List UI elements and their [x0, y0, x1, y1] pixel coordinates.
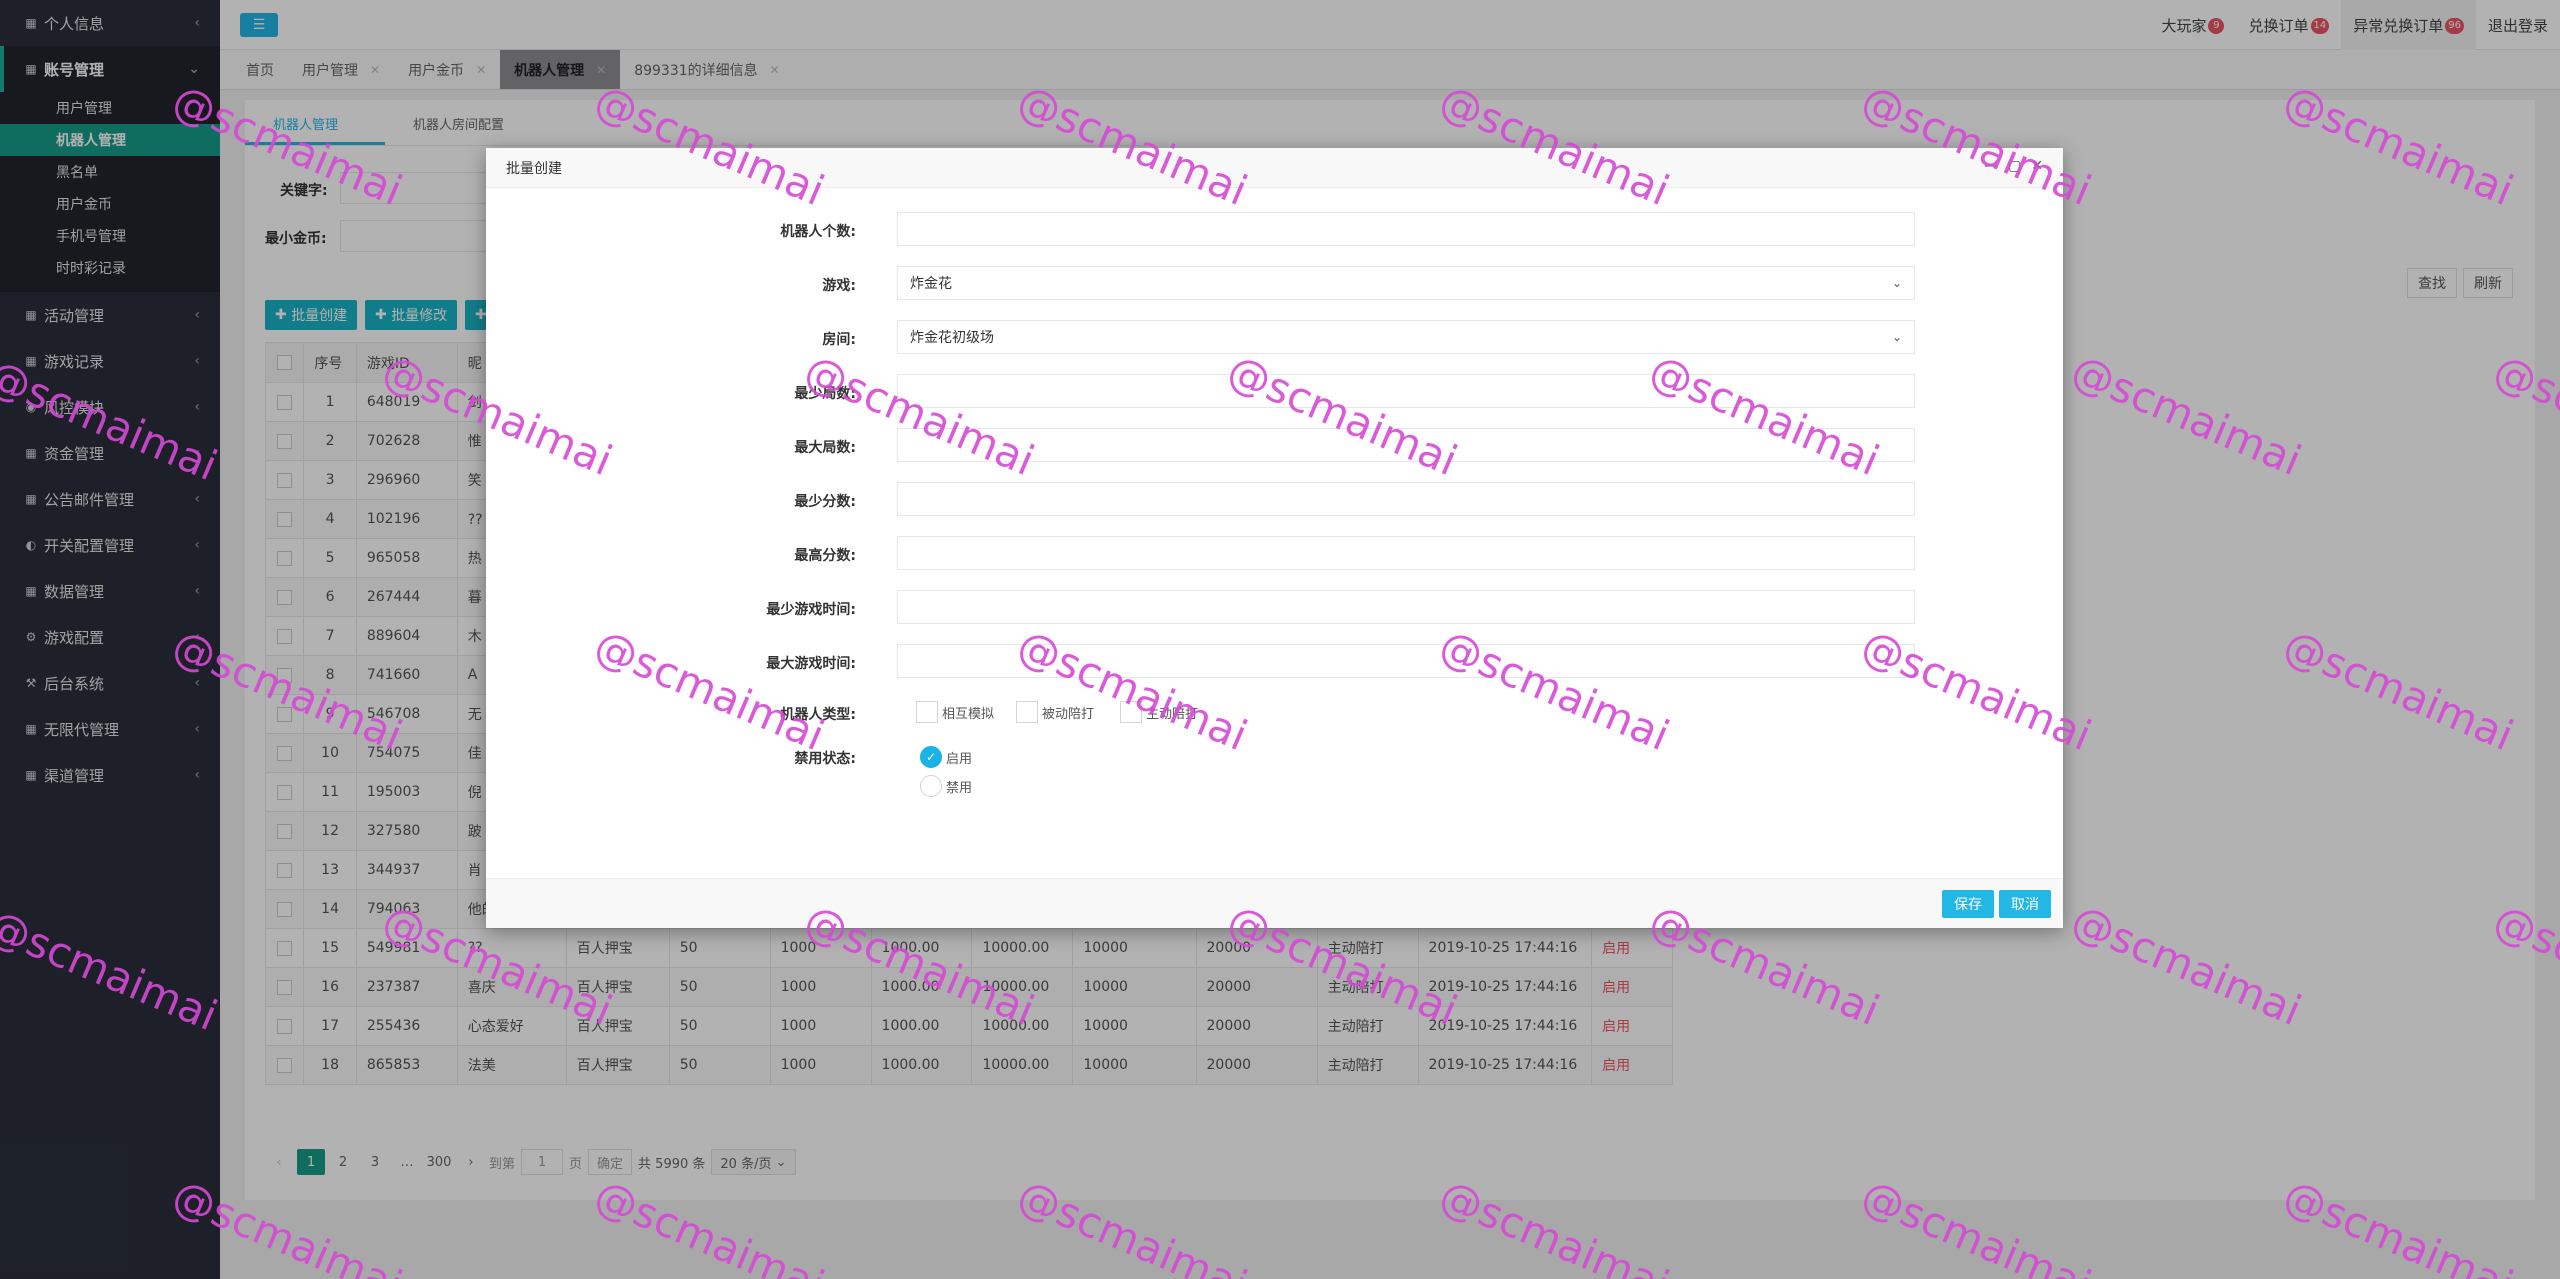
maximize-icon[interactable]: ▢ [2008, 158, 2021, 174]
max-time-label: 最大游戏时间: [766, 656, 856, 672]
max-score-input[interactable] [897, 536, 1915, 570]
state-disabled-radio[interactable]: 禁用 [920, 775, 972, 797]
game-value: 炸金花 [910, 276, 952, 292]
game-select[interactable]: 炸金花 ⌄ [897, 266, 1915, 300]
robot-count-input[interactable] [897, 212, 1915, 246]
checkbox[interactable] [1120, 701, 1142, 723]
minimize-icon[interactable]: — [1984, 158, 1998, 174]
cancel-button[interactable]: 取消 [1999, 890, 2051, 918]
type-active-checkbox[interactable]: 主动陪打 [1120, 701, 1198, 723]
room-value: 炸金花初级场 [910, 330, 994, 346]
max-score-label: 最高分数: [794, 548, 856, 564]
count-label: 机器人个数: [780, 224, 856, 240]
max-time-input[interactable] [897, 644, 1915, 678]
min-rounds-input[interactable] [897, 374, 1915, 408]
chevron-down-icon: ⌄ [1891, 276, 1902, 290]
checkbox-label: 被动陪打 [1042, 706, 1095, 722]
checkbox-label: 主动陪打 [1146, 706, 1199, 722]
checkmark-icon[interactable]: ✓ [920, 746, 942, 768]
dialog-title: 批量创建 [506, 160, 562, 177]
checkbox-label: 相互模拟 [942, 706, 995, 722]
window-controls: — ▢ ✕ [1984, 158, 2043, 174]
room-select[interactable]: 炸金花初级场 ⌄ [897, 320, 1915, 354]
max-rounds-input[interactable] [897, 428, 1915, 462]
robot-type-label: 机器人类型: [780, 707, 856, 723]
game-label: 游戏: [822, 278, 856, 294]
room-label: 房间: [822, 332, 856, 348]
min-time-label: 最少游戏时间: [766, 602, 856, 618]
state-enabled-radio[interactable]: ✓ 启用 [920, 746, 972, 768]
min-score-label: 最少分数: [794, 494, 856, 510]
min-time-input[interactable] [897, 590, 1915, 624]
max-rounds-label: 最大局数: [794, 440, 856, 456]
save-button[interactable]: 保存 [1942, 890, 1994, 918]
dialog-footer: 保存 取消 [486, 878, 2063, 928]
close-icon[interactable]: ✕ [2031, 158, 2043, 174]
checkbox[interactable] [916, 701, 938, 723]
dialog-header: 批量创建 — ▢ ✕ [486, 148, 2063, 188]
chevron-down-icon: ⌄ [1891, 330, 1902, 344]
radio-label: 启用 [946, 751, 973, 767]
min-rounds-label: 最少局数: [794, 386, 856, 402]
checkbox[interactable] [1016, 701, 1038, 723]
radio-label: 禁用 [946, 780, 973, 796]
min-score-input[interactable] [897, 482, 1915, 516]
disable-state-label: 禁用状态: [794, 751, 856, 767]
radio-circle[interactable] [920, 775, 942, 797]
type-passive-checkbox[interactable]: 被动陪打 [1016, 701, 1094, 723]
type-mutual-checkbox[interactable]: 相互模拟 [916, 701, 994, 723]
batch-create-dialog: 批量创建 — ▢ ✕ 机器人个数: 游戏: 炸金花 ⌄ 房间: 炸金花初级场 ⌄ 最… [486, 148, 2063, 928]
